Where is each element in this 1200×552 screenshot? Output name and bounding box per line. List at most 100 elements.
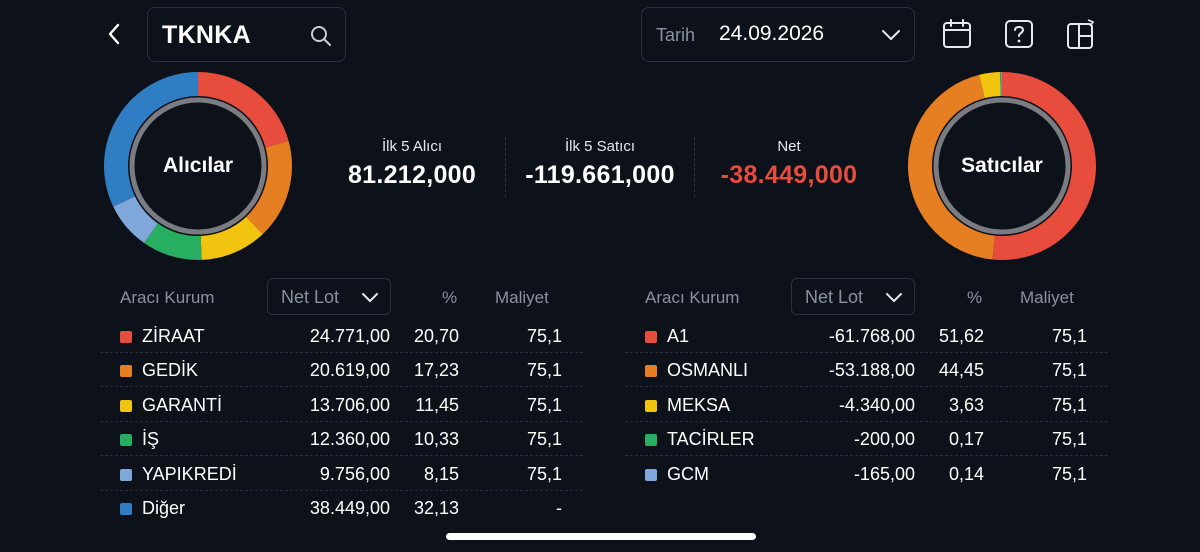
net-stat: Net -38.449,000	[700, 138, 878, 190]
table-row[interactable]: OSMANLI -53.188,00 44,45 75,1	[625, 353, 1108, 388]
cost-value: 75,1	[526, 326, 562, 346]
buyers-col-cost: Maliyet	[495, 288, 549, 307]
percent-value: 51,62	[938, 326, 984, 346]
table-row[interactable]: Diğer 38.449,00 32,13 -	[100, 491, 583, 525]
broker-name: TACİRLER	[667, 429, 755, 450]
chevron-down-icon	[362, 293, 378, 302]
percent-value: 10,33	[413, 429, 459, 450]
table-row[interactable]: YAPIKREDİ 9.756,00 8,15 75,1	[100, 457, 583, 491]
net-lot-value: -4.340,00	[838, 394, 915, 415]
color-swatch	[645, 399, 657, 412]
percent-value: 0,14	[948, 463, 984, 484]
net-lot-value: 20.619,00	[309, 360, 390, 381]
broker-name: MEKSA	[667, 394, 731, 415]
buyers-donut-label: Alıcılar	[162, 154, 234, 177]
broker-name: YAPIKREDİ	[142, 463, 237, 484]
top5-seller-stat: İlk 5 Satıcı -119.661,000	[515, 138, 685, 190]
stat-divider	[694, 137, 695, 197]
net-lot-value: -61.768,00	[828, 326, 915, 346]
cost-value: 75,1	[1051, 360, 1087, 381]
date-label: Tarih	[656, 25, 696, 45]
broker-name: Diğer	[142, 498, 186, 518]
percent-value: 3,63	[948, 394, 984, 415]
top5-seller-label: İlk 5 Satıcı	[564, 138, 636, 155]
symbol-value: TKNKA	[162, 21, 251, 49]
layout-switch-icon[interactable]	[1066, 18, 1096, 50]
cost-value: 75,1	[526, 360, 562, 381]
color-swatch	[645, 365, 657, 378]
color-swatch	[645, 434, 657, 447]
sellers-col-broker: Aracı Kurum	[645, 288, 740, 307]
home-indicator	[446, 533, 756, 540]
cost-value: 75,1	[1051, 429, 1087, 450]
table-row[interactable]: MEKSA -4.340,00 3,63 75,1	[625, 388, 1108, 422]
net-label: Net	[777, 138, 801, 155]
sellers-donut-label: Satıcılar	[961, 154, 1043, 177]
table-row[interactable]: GARANTİ 13.706,00 11,45 75,1	[100, 388, 583, 422]
net-lot-value: 24.771,00	[309, 326, 390, 346]
search-icon[interactable]	[309, 24, 333, 48]
calendar-icon[interactable]	[942, 18, 972, 50]
color-swatch	[120, 468, 132, 481]
cost-value: 75,1	[526, 429, 562, 450]
net-lot-value: -200,00	[853, 429, 915, 450]
color-swatch	[120, 399, 132, 412]
color-swatch	[645, 468, 657, 481]
net-lot-value: -165,00	[853, 463, 915, 484]
buyers-sort-value: Net Lot	[281, 287, 340, 307]
sellers-col-cost: Maliyet	[1020, 288, 1074, 307]
sellers-sort-value: Net Lot	[805, 287, 864, 307]
top5-buyer-stat: İlk 5 Alıcı 81.212,000	[330, 138, 494, 190]
chevron-down-icon	[882, 30, 900, 40]
sellers-sort-select[interactable]: Net Lot	[791, 278, 915, 315]
percent-value: 0,17	[948, 429, 984, 450]
cost-value: 75,1	[1051, 326, 1087, 346]
cost-value: 75,1	[1051, 394, 1087, 415]
buyers-col-percent: %	[442, 288, 458, 307]
buyers-sort-select[interactable]: Net Lot	[267, 278, 391, 315]
percent-value: 44,45	[938, 360, 984, 381]
percent-value: 17,23	[413, 360, 459, 381]
net-lot-value: 13.706,00	[309, 394, 390, 415]
stat-divider	[505, 137, 506, 197]
cost-value: 75,1	[1051, 463, 1087, 484]
date-picker[interactable]: Tarih 24.09.2026	[641, 7, 915, 62]
back-button[interactable]	[100, 20, 128, 48]
color-swatch	[120, 503, 132, 515]
cost-value: 75,1	[526, 394, 562, 415]
table-row[interactable]: ZİRAAT 24.771,00 20,70 75,1	[100, 319, 583, 353]
net-lot-value: -53.188,00	[828, 360, 915, 381]
broker-name: OSMANLI	[667, 360, 749, 381]
percent-value: 8,15	[423, 463, 459, 484]
color-swatch	[120, 434, 132, 447]
broker-name: A1	[667, 326, 690, 346]
color-swatch	[645, 331, 657, 343]
cost-value: 75,1	[526, 463, 562, 484]
top5-seller-value: -119.661,000	[525, 161, 675, 189]
table-row[interactable]: A1 -61.768,00 51,62 75,1	[625, 319, 1108, 353]
table-row[interactable]: GCM -165,00 0,14 75,1	[625, 457, 1108, 491]
broker-name: GCM	[667, 463, 709, 484]
top5-buyer-value: 81.212,000	[347, 161, 477, 189]
sellers-col-percent: %	[967, 288, 983, 307]
net-lot-value: 12.360,00	[309, 429, 390, 450]
question-icon[interactable]	[1004, 18, 1034, 50]
chevron-left-icon	[108, 23, 120, 45]
buyers-donut-chart: Alıcılar	[103, 71, 293, 261]
percent-value: 11,45	[415, 394, 459, 415]
net-lot-value: 38.449,00	[309, 498, 390, 518]
color-swatch	[120, 365, 132, 378]
percent-value: 20,70	[413, 326, 459, 346]
top5-buyer-label: İlk 5 Alıcı	[381, 138, 443, 155]
cost-value: -	[556, 498, 562, 518]
table-row[interactable]: GEDİK 20.619,00 17,23 75,1	[100, 353, 583, 388]
table-row[interactable]: TACİRLER -200,00 0,17 75,1	[625, 422, 1108, 457]
net-lot-value: 9.756,00	[319, 463, 390, 484]
broker-name: GEDİK	[142, 360, 199, 381]
net-value: -38.449,000	[720, 161, 858, 189]
table-row[interactable]: İŞ 12.360,00 10,33 75,1	[100, 422, 583, 457]
date-value: 24.09.2026	[719, 22, 825, 45]
chevron-down-icon	[886, 293, 902, 302]
symbol-search-field[interactable]: TKNKA	[147, 7, 346, 62]
sellers-donut-chart: Satıcılar	[907, 71, 1097, 261]
